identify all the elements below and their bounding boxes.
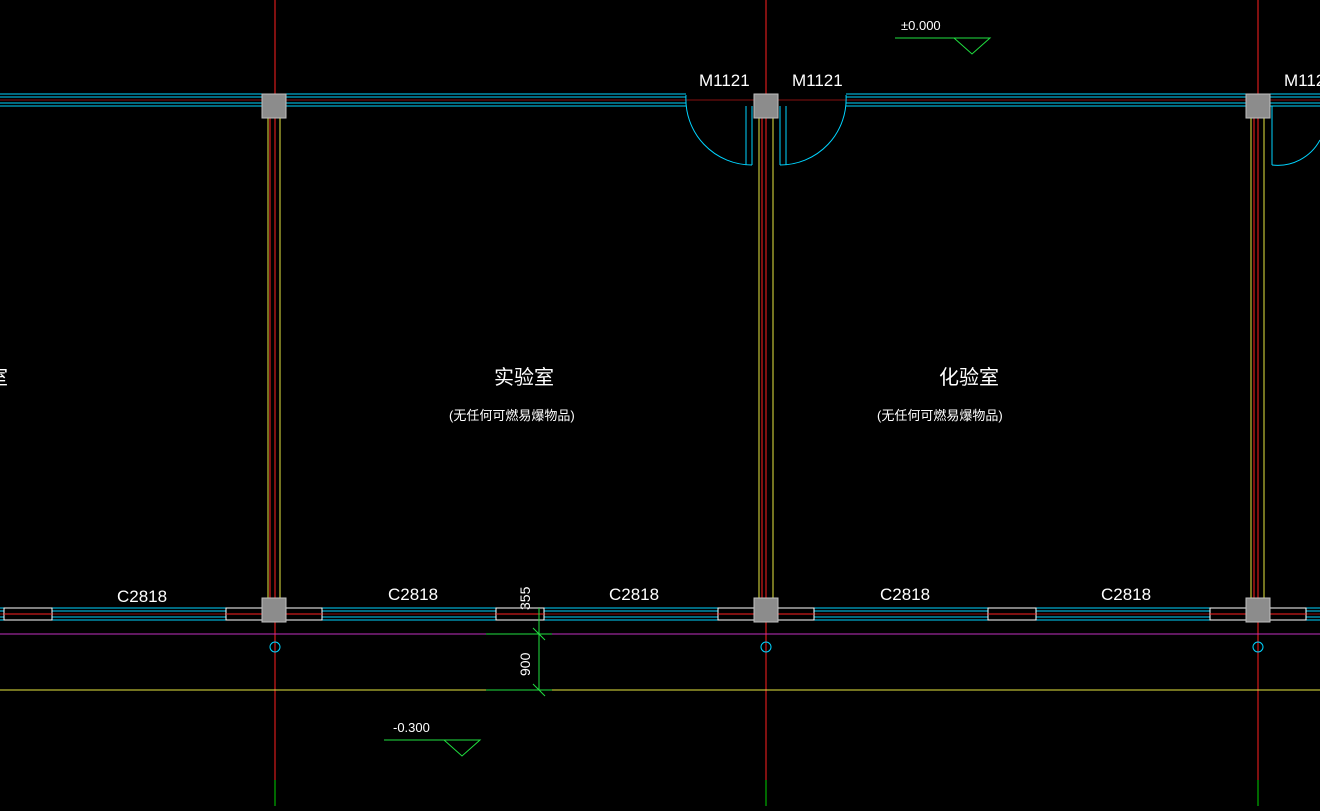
dimension-vertical[interactable] — [486, 608, 552, 697]
column-square-icon[interactable] — [1245, 93, 1271, 119]
room-name-lab: 实验室 — [494, 366, 554, 389]
room-name-chem-lab: 化验室 — [939, 366, 999, 389]
door-m1121-left[interactable] — [685, 94, 753, 166]
room-note-chem-lab: (无任何可燃易爆物品) — [877, 408, 1003, 423]
floor-plan-svg[interactable]: ±0.000 -0.300 355 900 M1121 M1121 M112 C… — [0, 0, 1320, 806]
dimension-lower-label: 900 — [517, 652, 533, 676]
door-label-3: M112 — [1284, 71, 1320, 90]
room-note-lab: (无任何可燃易爆物品) — [449, 408, 575, 423]
column-square-icon[interactable] — [753, 93, 779, 119]
room-name-cut-left: 室 — [0, 366, 8, 389]
window-label-4: C2818 — [880, 585, 930, 604]
axis-lines — [0, 0, 1320, 806]
elevation-marker-bottom[interactable]: -0.300 — [384, 720, 482, 757]
triangle-elevation-icon — [442, 739, 482, 757]
window-label-1: C2818 — [117, 587, 167, 606]
window-label-5: C2818 — [1101, 585, 1151, 604]
window-label-3: C2818 — [609, 585, 659, 604]
door-m1121-right[interactable] — [779, 94, 847, 166]
elevation-marker-top[interactable]: ±0.000 — [895, 18, 992, 55]
door-m112-far-right[interactable] — [1271, 106, 1320, 166]
partition-red-inner — [269, 118, 1255, 598]
elevation-bottom-label: -0.300 — [393, 720, 430, 735]
triangle-elevation-icon — [952, 37, 992, 55]
column-square-icon[interactable] — [261, 93, 287, 119]
column-square-icon[interactable] — [753, 597, 779, 623]
window-label-2: C2818 — [388, 585, 438, 604]
door-label-2: M1121 — [792, 71, 843, 90]
dimension-upper-label: 355 — [517, 586, 533, 610]
column-square-icon[interactable] — [1245, 597, 1271, 623]
cad-drawing-canvas[interactable]: ±0.000 -0.300 355 900 M1121 M1121 M112 C… — [0, 0, 1320, 806]
column-square-icon[interactable] — [261, 597, 287, 623]
elevation-top-label: ±0.000 — [901, 18, 941, 33]
door-label-1: M1121 — [699, 71, 750, 90]
